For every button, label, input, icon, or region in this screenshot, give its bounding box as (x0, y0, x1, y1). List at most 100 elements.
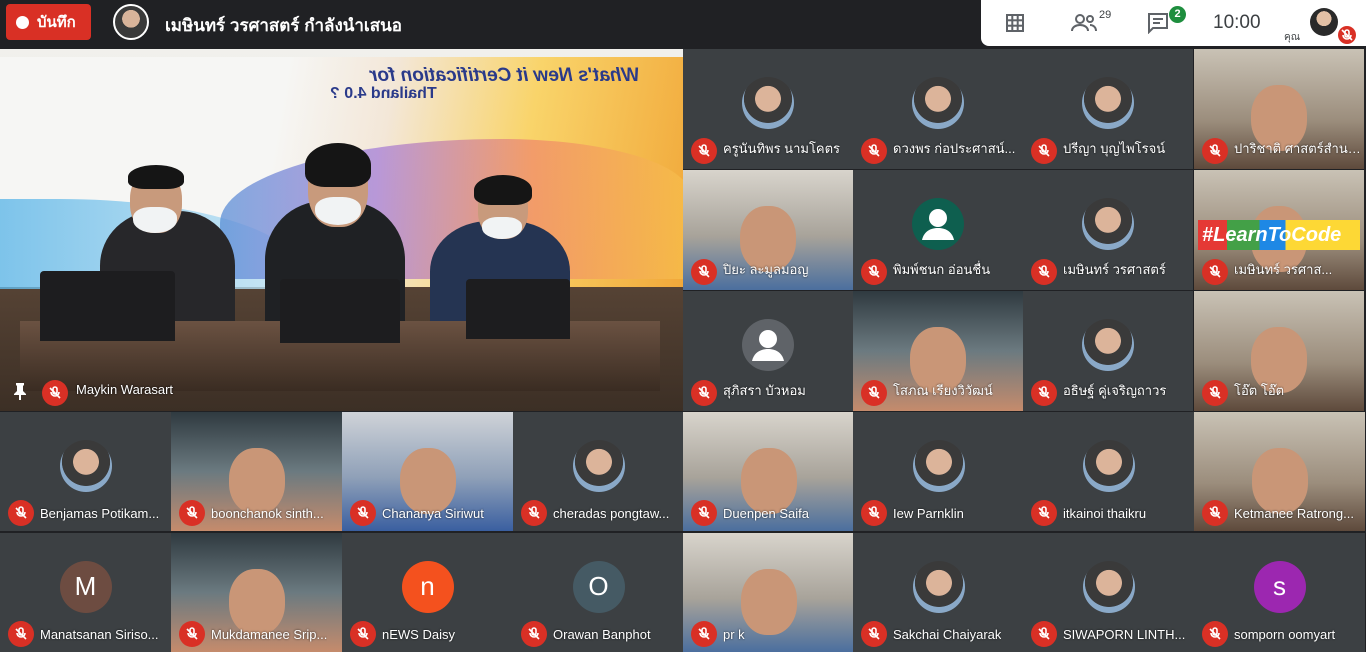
self-mic-off-icon (1338, 26, 1356, 44)
mic-off-icon (1031, 138, 1057, 164)
mic-off-icon (179, 500, 205, 526)
participant-tile[interactable]: pr k (683, 533, 854, 652)
participant-tile[interactable]: s somporn oomyart (1194, 533, 1365, 652)
participant-name: nEWS Daisy (382, 627, 455, 642)
grid-icon (1006, 14, 1024, 32)
default-avatar-icon (912, 198, 964, 250)
learn-to-code-sign: #LearnToCode (1198, 220, 1360, 250)
participant-name: ปรีญา บุญไพโรจน์ (1063, 141, 1166, 156)
letter-avatar: O (572, 560, 625, 613)
participant-tile[interactable]: Benjamas Potikam... (0, 412, 171, 531)
chat-icon (1148, 13, 1168, 34)
participant-tile[interactable]: ดวงพร ก่อประศาสน์... (853, 49, 1023, 169)
top-bar: บันทึก เมษินทร์ วรศาสตร์ กำลังนำเสนอ 29 … (0, 0, 1366, 46)
participant-tile[interactable]: สุภิสรา บัวหอม (683, 291, 853, 411)
participant-name: โอ๊ต โอ๊ต (1234, 383, 1285, 398)
participant-tile[interactable]: Duenpen Saifa (683, 412, 854, 531)
participant-name: ครูนันทิพร นามโคตร (723, 141, 841, 156)
face-mask (315, 197, 361, 225)
participant-name: Mukdamanee Srip... (211, 627, 328, 642)
participant-name: Maykin Warasart (76, 382, 174, 397)
mic-off-icon (8, 621, 34, 647)
participant-tile[interactable]: boonchanok sinth... (171, 412, 342, 531)
participant-name: somporn oomyart (1234, 627, 1336, 642)
default-avatar-icon (742, 319, 794, 371)
participant-name: เมษินทร์ วรศาส... (1234, 262, 1333, 277)
people-icon (1071, 14, 1097, 32)
participant-tile[interactable]: ปิยะ ละมูลมอญ (683, 170, 853, 290)
chat-badge: 2 (1169, 6, 1186, 23)
participant-tile[interactable]: Sakchai Chaiyarak (853, 533, 1024, 652)
mic-off-icon (691, 380, 717, 406)
participant-tile[interactable]: O Orawan Banphot (513, 533, 684, 652)
layout-button[interactable] (1001, 0, 1029, 46)
mic-off-icon (8, 500, 34, 526)
participant-tile[interactable]: cheradas pongtaw... (513, 412, 684, 531)
participant-tile[interactable]: พิมพ์ชนก อ่อนชื่น (853, 170, 1023, 290)
participant-name: พิมพ์ชนก อ่อนชื่น (893, 262, 991, 277)
participant-avatar (1082, 560, 1135, 613)
participant-tile[interactable]: #LearnToCode เมษินทร์ วรศาส... (1194, 170, 1364, 290)
participant-tile[interactable]: Iew Parnklin (853, 412, 1024, 531)
mic-off-icon (1031, 259, 1057, 285)
participant-name: Iew Parnklin (893, 506, 964, 521)
participant-tile[interactable]: ปาริชาติ ศาสตร์สำนวย (1194, 49, 1364, 169)
meeting-controls: 29 2 10:00 คุณ (981, 0, 1366, 46)
speaker-hair (305, 143, 371, 187)
participant-tile[interactable]: โอ๊ต โอ๊ต (1194, 291, 1364, 411)
participant-name: Ketmanee Ratrong... (1234, 506, 1354, 521)
participant-face (399, 447, 456, 514)
participant-tile[interactable]: เมษินทร์ วรศาสตร์ (1023, 170, 1193, 290)
participant-tile[interactable]: n nEWS Daisy (342, 533, 513, 652)
participant-avatar (1082, 198, 1134, 250)
participant-tile[interactable]: ครูนันทิพร นามโคตร (683, 49, 853, 169)
participant-tile[interactable]: itkainoi thaikru (1023, 412, 1194, 531)
mic-off-icon (861, 380, 887, 406)
participant-avatar (1082, 439, 1135, 492)
participant-avatar (742, 77, 794, 129)
participant-face (1251, 447, 1308, 514)
participant-face (228, 447, 285, 514)
mic-off-icon (1202, 621, 1228, 647)
mic-off-icon (1202, 500, 1228, 526)
participant-name: โสภณ เรียงวิวัฒน์ (893, 383, 993, 398)
recording-label: บันทึก (37, 14, 76, 31)
participant-avatar (1082, 319, 1134, 371)
participant-tile[interactable]: Chananya Siriwut (342, 412, 513, 531)
participant-name: อธิษฐ์ คู่เจริญถาวร (1063, 383, 1167, 398)
participant-name: Sakchai Chaiyarak (893, 627, 1002, 642)
participant-name: boonchanok sinth... (211, 506, 324, 521)
banner-subheadline: Thailand 4.0 ? (330, 85, 437, 102)
participant-tile[interactable]: โสภณ เรียงวิวัฒน์ (853, 291, 1023, 411)
participant-tile[interactable]: ปรีญา บุญไพโรจน์ (1023, 49, 1193, 169)
avatar-letter: s (1273, 571, 1286, 601)
self-avatar[interactable] (1310, 8, 1338, 36)
participant-name: Orawan Banphot (553, 627, 651, 642)
pin-icon[interactable] (12, 382, 28, 400)
presenter-tile[interactable]: What's New it Certification for Thailand… (0, 49, 683, 411)
participant-name: Duenpen Saifa (723, 506, 810, 521)
participant-avatar (59, 439, 112, 492)
mic-off-icon (1031, 500, 1057, 526)
participant-face (740, 447, 797, 514)
speaker-hair (128, 165, 184, 189)
mic-off-icon (42, 380, 68, 406)
mic-off-icon (1031, 621, 1057, 647)
people-button[interactable]: 29 (1069, 0, 1115, 46)
mic-off-icon (861, 138, 887, 164)
letter-avatar: M (59, 560, 112, 613)
participant-tile[interactable]: Mukdamanee Srip... (171, 533, 342, 652)
mic-off-icon (1202, 259, 1228, 285)
participant-tile[interactable]: อธิษฐ์ คู่เจริญถาวร (1023, 291, 1193, 411)
participant-tile[interactable]: Ketmanee Ratrong... (1194, 412, 1365, 531)
chat-button[interactable]: 2 (1145, 0, 1186, 46)
participant-name: itkainoi thaikru (1063, 506, 1147, 521)
presenter-avatar (113, 4, 149, 40)
participant-name: Manatsanan Siriso... (40, 627, 159, 642)
participant-name: ปิยะ ละมูลมอญ (723, 262, 809, 277)
mic-off-icon (691, 621, 717, 647)
recording-button[interactable]: บันทึก (6, 4, 91, 40)
participant-tile[interactable]: M Manatsanan Siriso... (0, 533, 171, 652)
participant-tile[interactable]: SIWAPORN LINTH... (1023, 533, 1194, 652)
participant-face (228, 568, 285, 635)
